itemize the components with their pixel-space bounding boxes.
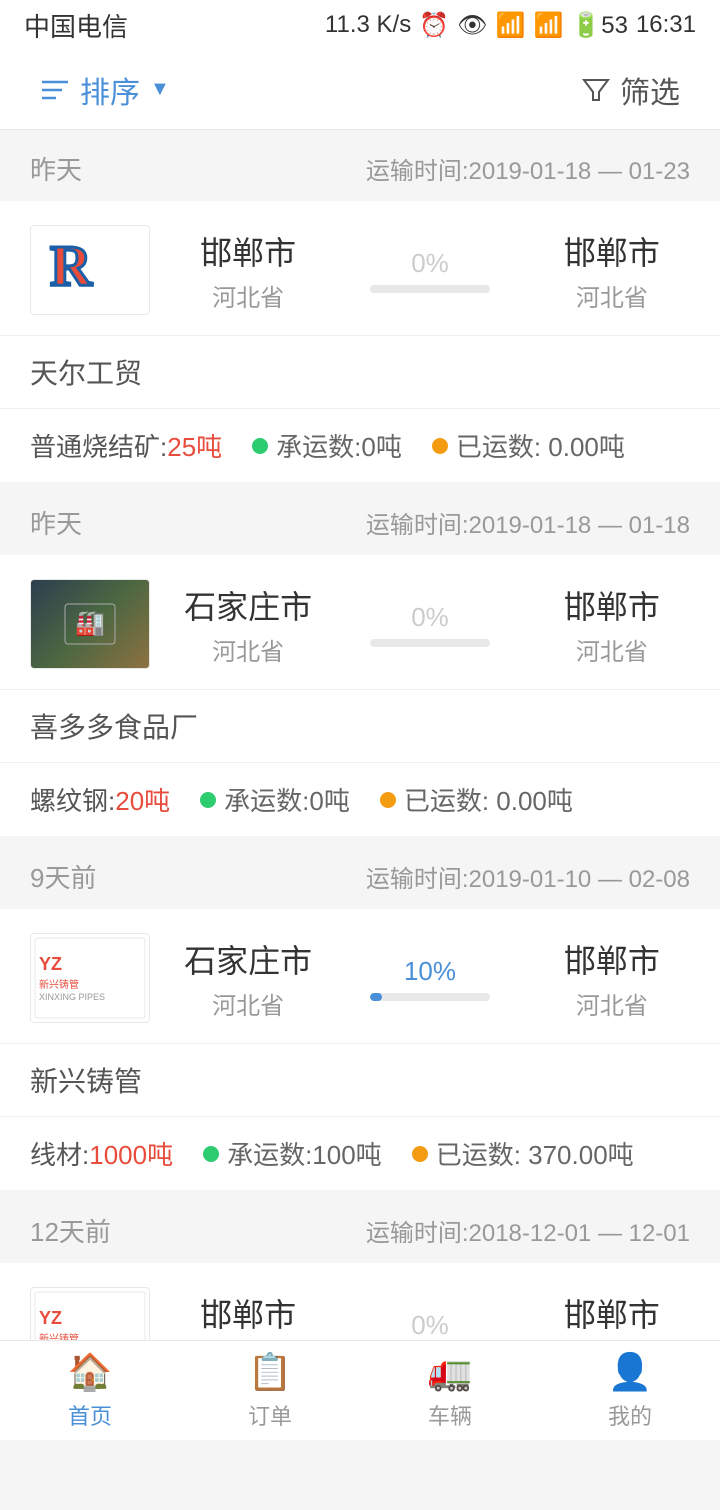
sort-label: 排序 xyxy=(80,68,140,112)
company-1: 喜多多食品厂 xyxy=(0,690,720,763)
card-main-2: YZ 新兴铸管 XINXING PIPES 石家庄市 河北省 10% 邯郸 xyxy=(0,909,720,1044)
card-logo-0: R R xyxy=(30,225,150,315)
sort-icon xyxy=(40,78,70,102)
profile-label: 我的 xyxy=(608,1399,652,1431)
svg-text:XINXING PIPES: XINXING PIPES xyxy=(39,992,105,1002)
orange-dot-2 xyxy=(412,1146,428,1162)
card-route-2: 石家庄市 河北省 10% 邯郸市 河北省 xyxy=(170,936,690,1021)
order-list: 昨天 运输时间:2019-01-18 — 01-23 R R 邯郸市 河北省 0… xyxy=(0,130,720,1510)
vehicle-label: 车辆 xyxy=(428,1399,472,1431)
card-2[interactable]: YZ 新兴铸管 XINXING PIPES 石家庄市 河北省 10% 邯郸 xyxy=(0,909,720,1190)
filter-label: 筛选 xyxy=(620,68,680,112)
to-city-2: 邯郸市 河北省 xyxy=(534,936,690,1021)
photo-icon: 🏭 xyxy=(60,599,120,649)
nav-item-profile[interactable]: 👤 我的 xyxy=(540,1351,720,1431)
group-date-3: 12天前 xyxy=(30,1212,111,1249)
group-transport-0: 运输时间:2019-01-18 — 01-23 xyxy=(366,151,690,186)
company-0: 天尔工贸 xyxy=(0,336,720,409)
order-icon: 📋 xyxy=(248,1351,293,1393)
alarm-icon: ⏰ xyxy=(419,11,449,40)
green-dot-0 xyxy=(252,438,268,454)
group-transport-2: 运输时间:2019-01-10 — 02-08 xyxy=(366,859,690,894)
xinxing-logo: YZ 新兴铸管 XINXING PIPES xyxy=(31,934,149,1022)
route-middle-1: 0% xyxy=(336,602,524,647)
sort-chevron-icon: ▼ xyxy=(150,78,170,101)
eye-icon: 👁 xyxy=(457,11,487,40)
card-main-0: R R 邯郸市 河北省 0% 邯郸市 河北省 xyxy=(0,201,720,336)
nav-item-vehicle[interactable]: 🚛 车辆 xyxy=(360,1351,540,1431)
signal-icon: 📶 xyxy=(533,11,563,40)
green-dot-1 xyxy=(200,792,216,808)
card-logo-2: YZ 新兴铸管 XINXING PIPES xyxy=(30,933,150,1023)
card-info-0: 普通烧结矿:25吨 承运数:0吨 已运数: 0.00吨 xyxy=(0,409,720,482)
group-header-0: 昨天 运输时间:2019-01-18 — 01-23 xyxy=(0,130,720,201)
to-city-1: 邯郸市 河北省 xyxy=(534,582,690,667)
from-city-1: 石家庄市 河北省 xyxy=(170,582,326,667)
group-date-2: 9天前 xyxy=(30,858,96,895)
from-city-2: 石家庄市 河北省 xyxy=(170,936,326,1021)
bottom-nav: 🏠 首页 📋 订单 🚛 车辆 👤 我的 xyxy=(0,1340,720,1440)
svg-text:R: R xyxy=(50,233,93,298)
speed-label: 11.3 K/s xyxy=(325,11,411,39)
status-right: 11.3 K/s ⏰ 👁 📶 📶 🔋53 16:31 xyxy=(325,11,696,40)
time-label: 16:31 xyxy=(636,11,696,39)
svg-text:YZ: YZ xyxy=(39,954,62,974)
from-city-0: 邯郸市 河北省 xyxy=(170,228,326,313)
orange-dot-0 xyxy=(432,438,448,454)
svg-text:新兴铸管: 新兴铸管 xyxy=(39,978,79,991)
nav-item-home[interactable]: 🏠 首页 xyxy=(0,1351,180,1431)
route-middle-0: 0% xyxy=(336,248,524,293)
green-dot-2 xyxy=(203,1146,219,1162)
card-0[interactable]: R R 邯郸市 河北省 0% 邯郸市 河北省 xyxy=(0,201,720,482)
battery-icon: 🔋53 xyxy=(571,11,628,40)
group-date-0: 昨天 xyxy=(30,150,82,187)
group-header-1: 昨天 运输时间:2019-01-18 — 01-18 xyxy=(0,484,720,555)
group-header-2: 9天前 运输时间:2019-01-10 — 02-08 xyxy=(0,838,720,909)
filter-icon xyxy=(582,78,610,102)
group-transport-3: 运输时间:2018-12-01 — 12-01 xyxy=(366,1213,690,1248)
home-icon: 🏠 xyxy=(68,1351,113,1393)
to-city-0: 邯郸市 河北省 xyxy=(534,228,690,313)
filter-button[interactable]: 筛选 xyxy=(582,68,680,112)
sort-button[interactable]: 排序 ▼ xyxy=(40,68,170,112)
svg-text:🏭: 🏭 xyxy=(75,610,105,637)
card-logo-1: 🏭 xyxy=(30,579,150,669)
toolbar: 排序 ▼ 筛选 xyxy=(0,50,720,130)
group-date-1: 昨天 xyxy=(30,504,82,541)
card-1[interactable]: 🏭 石家庄市 河北省 0% 邯郸市 河北省 xyxy=(0,555,720,836)
progress-bar-2 xyxy=(370,993,490,1001)
card-main-1: 🏭 石家庄市 河北省 0% 邯郸市 河北省 xyxy=(0,555,720,690)
svg-text:YZ: YZ xyxy=(39,1308,62,1328)
progress-fill-2 xyxy=(370,993,382,1001)
route-middle-2: 10% xyxy=(336,956,524,1001)
order-label: 订单 xyxy=(248,1399,292,1431)
wifi-icon: 📶 xyxy=(496,11,526,40)
nav-item-order[interactable]: 📋 订单 xyxy=(180,1351,360,1431)
progress-bar-0 xyxy=(370,285,490,293)
status-bar: 中国电信 11.3 K/s ⏰ 👁 📶 📶 🔋53 16:31 xyxy=(0,0,720,50)
card-info-1: 螺纹钢:20吨 承运数:0吨 已运数: 0.00吨 xyxy=(0,763,720,836)
profile-icon: 👤 xyxy=(608,1351,653,1393)
progress-bar-1 xyxy=(370,639,490,647)
card-info-2: 线材:1000吨 承运数:100吨 已运数: 370.00吨 xyxy=(0,1117,720,1190)
logo-r-icon: R R xyxy=(40,230,140,310)
company-2: 新兴铸管 xyxy=(0,1044,720,1117)
group-header-3: 12天前 运输时间:2018-12-01 — 12-01 xyxy=(0,1192,720,1263)
carrier-label: 中国电信 xyxy=(24,7,128,44)
group-transport-1: 运输时间:2019-01-18 — 01-18 xyxy=(366,505,690,540)
orange-dot-1 xyxy=(380,792,396,808)
card-route-0: 邯郸市 河北省 0% 邯郸市 河北省 xyxy=(170,228,690,313)
home-label: 首页 xyxy=(68,1399,112,1431)
vehicle-icon: 🚛 xyxy=(428,1351,473,1393)
card-route-1: 石家庄市 河北省 0% 邯郸市 河北省 xyxy=(170,582,690,667)
